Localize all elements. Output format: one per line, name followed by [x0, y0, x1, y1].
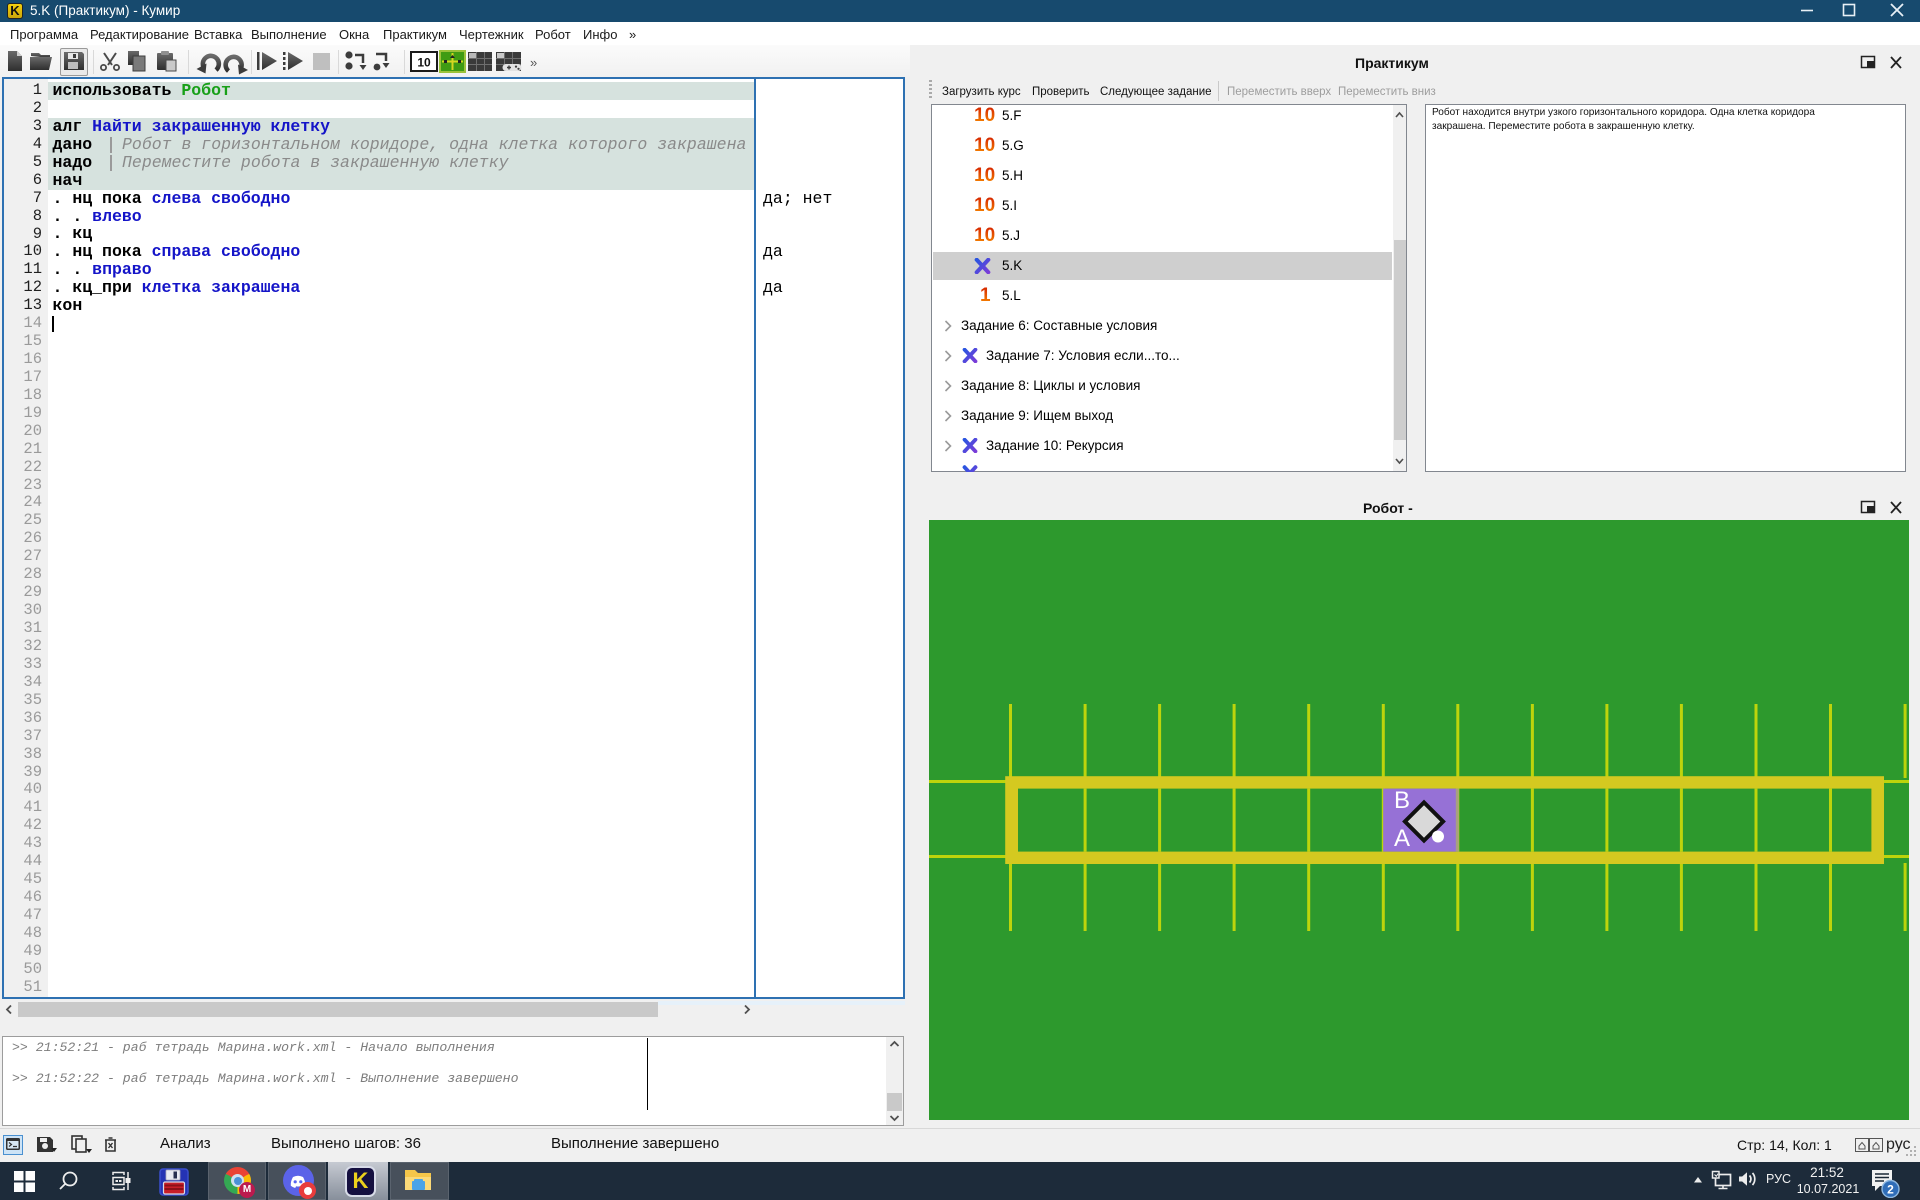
svg-text:»: »	[530, 55, 537, 70]
svg-text:10: 10	[417, 56, 431, 70]
svg-text:2: 2	[1887, 1183, 1894, 1197]
svg-text:A: A	[1394, 825, 1410, 852]
svg-text:B: B	[1394, 787, 1410, 814]
